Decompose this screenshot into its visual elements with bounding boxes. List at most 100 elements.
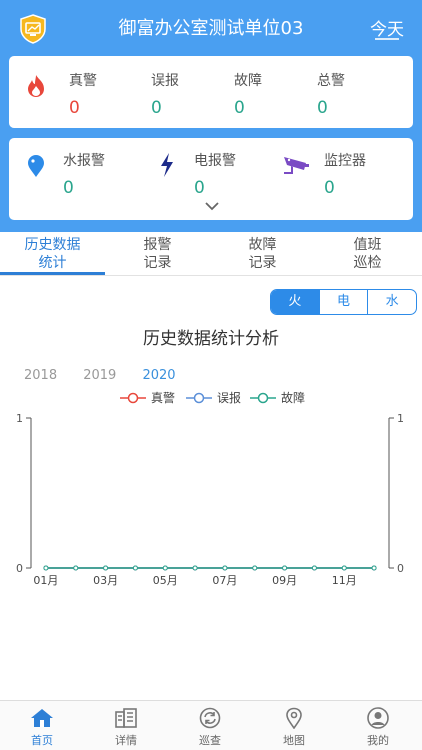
building-icon	[115, 708, 137, 728]
series-2-point-0	[43, 565, 49, 571]
y-tick-label-left-1: 0	[16, 562, 23, 575]
camera-icon	[284, 157, 309, 174]
nav-patrol-label: 巡查	[199, 734, 221, 747]
legend-label-2: 故障	[281, 390, 305, 405]
refresh-icon	[199, 707, 221, 729]
y-tick-label-right-0: 1	[397, 412, 404, 425]
monitor-stat[interactable]: 监控器 0	[324, 150, 366, 198]
series-2-point-7	[252, 565, 258, 571]
x-tick-label-10: 11月	[332, 574, 357, 587]
total-alarm-label: 总警	[317, 73, 345, 89]
fault-stat[interactable]: 故障 0	[234, 70, 262, 118]
legend-label-0: 真警	[151, 390, 175, 405]
today-underline	[375, 38, 399, 40]
electric-alarm-value: 0	[194, 178, 205, 198]
app-header: 御富办公室测试单位03 今天	[0, 0, 422, 54]
home-icon	[31, 709, 53, 727]
top-banner: 御富办公室测试单位03 今天 真警 0 误报 0 故障 0 总警 0 水报警 0…	[0, 0, 422, 232]
tab-alarm-line1: 报警	[143, 237, 172, 253]
series-2-point-1	[73, 565, 79, 571]
nav-home-label: 首页	[31, 734, 53, 747]
tab-history-line1: 历史数据	[24, 237, 81, 253]
series-2-point-6	[222, 565, 228, 571]
nav-mine[interactable]: 我的	[336, 707, 420, 748]
x-tick-label-6: 07月	[212, 574, 237, 587]
series-2-point-5	[192, 565, 198, 571]
x-tick-label-8: 09月	[272, 574, 297, 587]
fault-value: 0	[234, 98, 245, 118]
water-alarm-stat[interactable]: 水报警 0	[63, 150, 105, 198]
tab-fault-line1: 故障	[248, 237, 277, 253]
tab-duty-patrol[interactable]: 值班 巡检	[315, 236, 420, 272]
fault-label: 故障	[234, 73, 262, 89]
nav-map-label: 地图	[283, 734, 305, 747]
tab-fault-records[interactable]: 故障 记录	[210, 236, 315, 272]
total-alarm-stat[interactable]: 总警 0	[317, 70, 345, 118]
monitor-label: 监控器	[324, 153, 366, 169]
legend-label-1: 误报	[217, 390, 241, 405]
electric-alarm-label: 电报警	[194, 153, 236, 169]
x-tick-label-4: 05月	[153, 574, 178, 587]
y-tick-label-left-0: 1	[16, 412, 23, 425]
monitor-value: 0	[324, 178, 335, 198]
nav-detail[interactable]: 详情	[84, 707, 168, 748]
series-2-point-2	[103, 565, 109, 571]
false-alarm-stat[interactable]: 误报 0	[151, 70, 179, 118]
total-alarm-value: 0	[317, 98, 328, 118]
x-tick-label-2: 03月	[93, 574, 118, 587]
series-2-point-4	[162, 565, 168, 571]
water-alarm-value: 0	[63, 178, 74, 198]
year-2020[interactable]: 2020	[142, 368, 175, 383]
page-title: 御富办公室测试单位03	[118, 18, 304, 39]
tab-duty-line2: 巡检	[353, 255, 382, 271]
user-icon	[367, 707, 389, 729]
category-segment: 火 电 水	[270, 289, 417, 315]
segment-electric[interactable]: 电	[318, 290, 368, 314]
bottom-nav: 首页 详情 巡查 地图 我的	[0, 700, 422, 750]
device-alarm-card: 水报警 0 电报警 0 监控器 0	[9, 138, 413, 220]
y-tick-label-right-1: 0	[397, 562, 404, 575]
tab-history-line2: 统计	[38, 255, 67, 271]
year-2019[interactable]: 2019	[83, 368, 116, 383]
false-alarm-value: 0	[151, 98, 162, 118]
map-pin-icon	[286, 707, 302, 729]
chart-title: 历史数据统计分析	[143, 329, 279, 349]
segment-fire[interactable]: 火	[271, 290, 319, 314]
electric-alarm-stat[interactable]: 电报警 0	[194, 150, 236, 198]
tab-fault-line2: 记录	[248, 255, 277, 271]
year-selector: 2018 2019 2020	[24, 368, 198, 383]
nav-detail-label: 详情	[115, 734, 137, 747]
series-2-point-11	[371, 565, 377, 571]
legend-marker-0	[127, 392, 139, 404]
series-2-point-10	[341, 565, 347, 571]
record-tabs: 历史数据 统计 报警 记录 故障 记录 值班 巡检	[0, 232, 422, 276]
tab-duty-line1: 值班	[353, 237, 382, 253]
x-tick-label-0: 01月	[33, 574, 58, 587]
today-button[interactable]: 今天	[370, 15, 404, 40]
nav-home[interactable]: 首页	[0, 707, 84, 748]
nav-mine-label: 我的	[367, 734, 389, 747]
water-drop-icon	[28, 155, 44, 177]
false-alarm-label: 误报	[151, 73, 179, 89]
series-2-point-3	[132, 565, 138, 571]
lightning-icon	[161, 153, 173, 177]
history-line-chart: 真警 误报 故障 1 1 0 0 01月 03月 05月 07月 09月 11月	[16, 390, 404, 587]
true-alarm-stat[interactable]: 真警 0	[69, 70, 97, 118]
nav-map[interactable]: 地图	[252, 707, 336, 748]
tab-alarm-records[interactable]: 报警 记录	[105, 236, 210, 272]
series-2-point-8	[282, 565, 288, 571]
true-alarm-label: 真警	[69, 73, 97, 89]
water-alarm-label: 水报警	[63, 153, 105, 169]
legend-marker-2	[257, 392, 269, 404]
series-2-point-9	[311, 565, 317, 571]
chevron-down-icon[interactable]	[205, 202, 219, 211]
year-2018[interactable]: 2018	[24, 368, 57, 383]
tab-alarm-line2: 记录	[143, 255, 172, 271]
history-stats-panel: 火 电 水 历史数据统计分析 2018 2019 2020 真警 误报 故障 1 1 0 0…	[0, 276, 422, 700]
nav-patrol[interactable]: 巡查	[168, 707, 252, 748]
tab-history-stats[interactable]: 历史数据 统计	[0, 236, 105, 272]
segment-water[interactable]: 水	[367, 290, 416, 314]
alarm-summary-card: 真警 0 误报 0 故障 0 总警 0	[9, 56, 413, 128]
fire-icon	[28, 75, 44, 97]
legend-marker-1	[193, 392, 205, 404]
